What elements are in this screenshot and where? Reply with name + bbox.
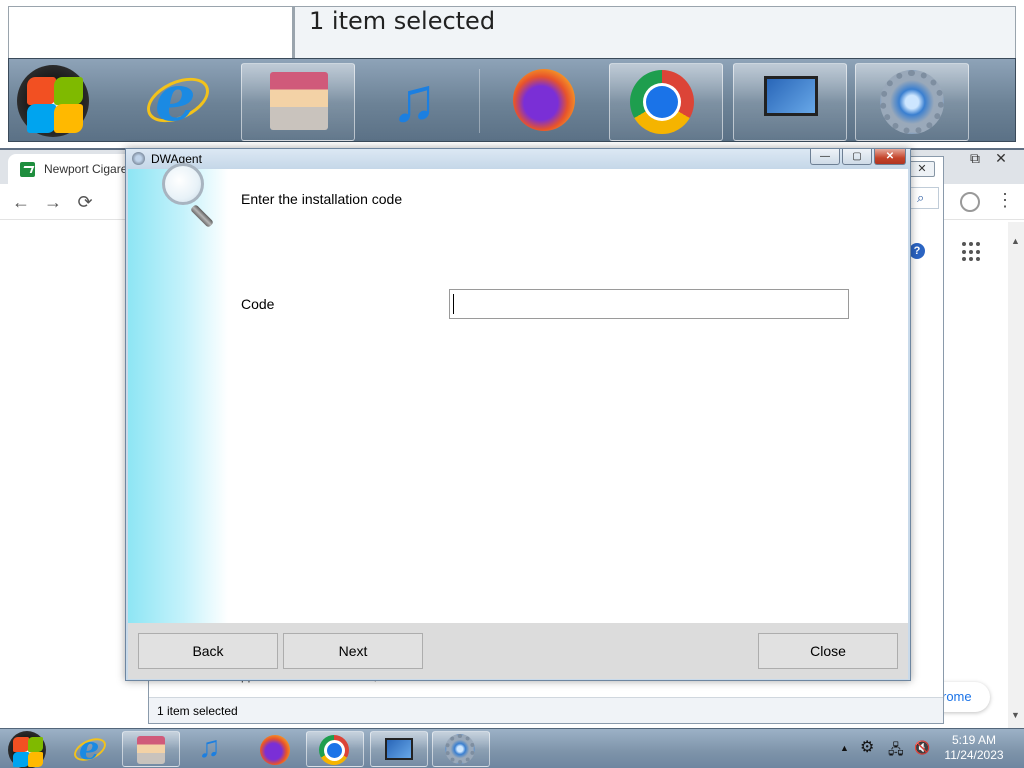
dwagent-app-icon bbox=[132, 152, 145, 165]
windows-logo-icon bbox=[8, 731, 46, 768]
minimize-button[interactable]: — bbox=[810, 149, 840, 165]
zoom-start-button[interactable] bbox=[13, 63, 93, 141]
taskbar-chrome-button[interactable] bbox=[306, 731, 364, 767]
store-icon bbox=[270, 72, 328, 130]
chrome-pill-label: rome bbox=[942, 689, 972, 704]
network-icon[interactable]: 🖧 bbox=[888, 739, 904, 763]
clock-date: 11/24/2023 bbox=[944, 748, 1004, 762]
remote-desktop-icon bbox=[385, 738, 413, 760]
scroll-up-icon[interactable]: ▲ bbox=[1011, 236, 1020, 246]
maximize-button[interactable]: ▢ bbox=[842, 149, 872, 165]
site-favicon-icon bbox=[20, 162, 35, 177]
volume-muted-icon[interactable]: 🔇 bbox=[914, 740, 930, 756]
close-window-button[interactable]: ✕ bbox=[874, 149, 906, 165]
chrome-icon bbox=[630, 70, 694, 134]
internet-explorer-icon[interactable]: e bbox=[70, 729, 110, 767]
taskbar-remote-desktop-button[interactable] bbox=[370, 731, 428, 767]
search-icon: ⌕ bbox=[917, 190, 925, 205]
show-hidden-icons-icon[interactable]: ▲ bbox=[840, 743, 849, 753]
store-icon bbox=[137, 736, 165, 764]
help-icon[interactable]: ? bbox=[909, 243, 925, 259]
dialog-side-banner bbox=[128, 163, 228, 623]
chrome-icon bbox=[319, 735, 349, 765]
explorer-search-button[interactable]: ⌕ bbox=[907, 187, 939, 209]
zoom-chrome-button[interactable] bbox=[609, 63, 723, 141]
gear-icon bbox=[880, 70, 944, 134]
dialog-titlebar[interactable]: DWAgent — ▢ ✕ bbox=[126, 149, 910, 169]
explorer-status-text: 1 item selected bbox=[157, 704, 238, 718]
next-button[interactable]: Next bbox=[283, 633, 423, 669]
zoom-remote-desktop-button[interactable] bbox=[733, 63, 847, 141]
clock-time: 5:19 AM bbox=[951, 733, 997, 747]
firefox-icon[interactable] bbox=[260, 735, 290, 765]
magnified-taskbar-view: 1 item selected e ♫ bbox=[0, 0, 1024, 150]
music-icon[interactable]: ♫ bbox=[198, 731, 221, 765]
dialog-heading: Enter the installation code bbox=[241, 191, 403, 207]
zoom-dwagent-button[interactable] bbox=[855, 63, 969, 141]
zoom-internet-explorer-icon[interactable]: e bbox=[140, 61, 216, 136]
kebab-menu-icon[interactable]: ⋮ bbox=[996, 190, 1014, 211]
dialog-body: Enter the installation code Code bbox=[128, 163, 908, 623]
installation-code-input[interactable] bbox=[449, 289, 849, 319]
text-caret bbox=[453, 294, 454, 314]
tray-settings-icon[interactable]: ⚙ bbox=[860, 737, 874, 757]
magnifier-icon bbox=[162, 163, 222, 233]
page-scrollbar[interactable]: ▲ ▼ bbox=[1008, 222, 1024, 728]
zoom-music-icon[interactable]: ♫ bbox=[391, 65, 438, 136]
back-arrow-icon[interactable]: ← bbox=[10, 192, 32, 213]
zoom-taskbar: e ♫ bbox=[8, 58, 1016, 142]
reload-icon[interactable]: ⟳ bbox=[74, 192, 96, 213]
profile-avatar-icon[interactable] bbox=[960, 192, 980, 212]
zoom-status-text: 1 item selected bbox=[309, 7, 496, 35]
dialog-footer: Back Next Close bbox=[128, 623, 908, 679]
dwagent-dialog: DWAgent — ▢ ✕ Enter the installation cod… bbox=[125, 148, 911, 681]
close-button[interactable]: Close bbox=[758, 633, 898, 669]
start-button[interactable] bbox=[6, 731, 50, 768]
zoom-status-bar: 1 item selected bbox=[292, 6, 1016, 60]
zoom-left-pane bbox=[8, 6, 292, 60]
windows-logo-icon bbox=[17, 65, 89, 137]
taskbar-store-button[interactable] bbox=[122, 731, 180, 767]
taskbar-dwagent-button[interactable] bbox=[432, 731, 490, 767]
explorer-close-button[interactable]: ✕ bbox=[909, 161, 935, 177]
chrome-tab-title: Newport Cigare bbox=[44, 162, 128, 176]
gear-icon bbox=[445, 734, 475, 764]
zoom-firefox-icon[interactable] bbox=[513, 69, 575, 131]
forward-arrow-icon[interactable]: → bbox=[42, 192, 64, 213]
zoom-separator bbox=[479, 69, 480, 133]
restore-icon[interactable]: ⧉ bbox=[962, 150, 988, 167]
taskbar-clock[interactable]: 5:19 AM 11/24/2023 bbox=[936, 733, 1012, 763]
close-icon[interactable]: ✕ bbox=[988, 150, 1014, 167]
apps-grid-icon[interactable] bbox=[962, 242, 982, 262]
scroll-down-icon[interactable]: ▼ bbox=[1011, 710, 1020, 720]
back-button[interactable]: Back bbox=[138, 633, 278, 669]
zoom-store-button[interactable] bbox=[241, 63, 355, 141]
windows-taskbar: e ♫ ▲ ⚙ 🖧 🔇 5:19 AM 11/24/2023 bbox=[0, 728, 1024, 768]
explorer-status-bar: 1 item selected bbox=[149, 697, 943, 723]
chrome-window-controls: ⧉ ✕ bbox=[962, 150, 1014, 170]
remote-desktop-icon bbox=[764, 76, 818, 116]
code-label: Code bbox=[241, 296, 275, 312]
